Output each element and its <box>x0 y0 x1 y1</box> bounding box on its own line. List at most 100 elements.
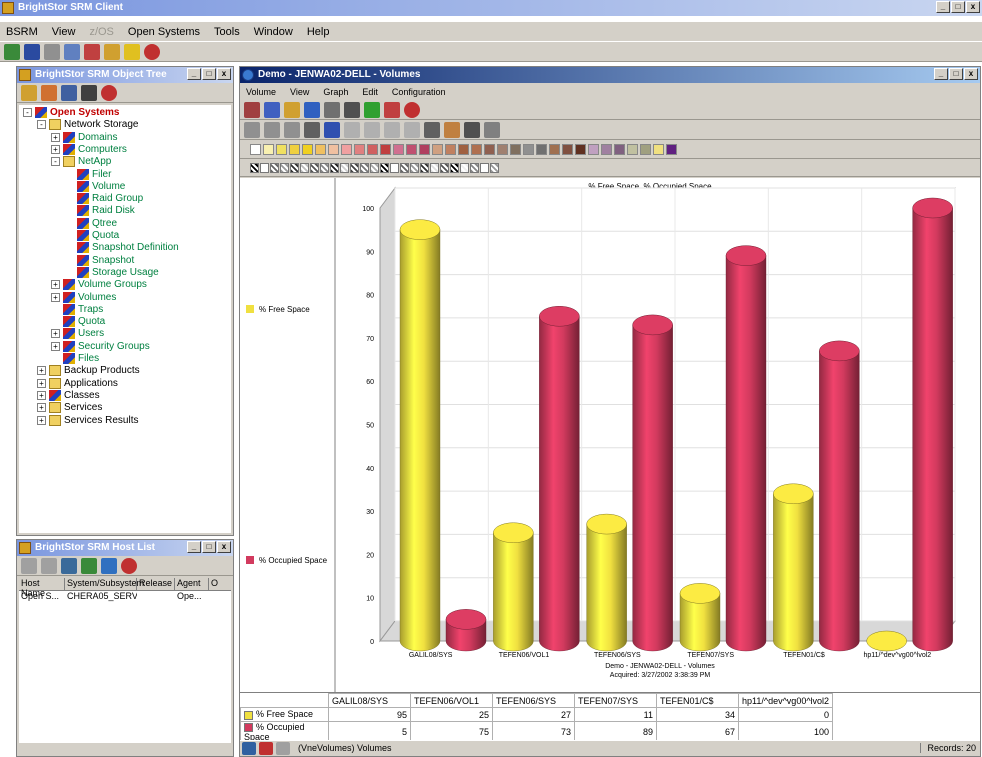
host-help-icon[interactable] <box>121 557 137 574</box>
rotate-icon[interactable] <box>444 121 460 138</box>
pattern-swatch[interactable] <box>460 163 469 173</box>
tree-item[interactable]: Traps <box>51 303 103 316</box>
tree-item[interactable]: - Open Systems <box>23 107 119 119</box>
preview-icon[interactable] <box>284 121 300 138</box>
pattern-swatch[interactable] <box>440 163 449 173</box>
pattern-swatch[interactable] <box>480 163 489 173</box>
expand-icon[interactable]: + <box>51 144 60 154</box>
color-swatch[interactable] <box>601 144 612 155</box>
expand-icon[interactable]: + <box>37 390 46 400</box>
pattern-swatch[interactable] <box>390 163 399 173</box>
color-swatch[interactable] <box>328 144 339 155</box>
color-swatch[interactable] <box>367 144 378 155</box>
connect-icon[interactable] <box>4 43 20 60</box>
host-minimize-button[interactable]: _ <box>187 541 201 553</box>
tree-item[interactable]: + Applications <box>37 377 118 390</box>
tree-item[interactable]: + Services Results <box>37 414 138 427</box>
tree-close-button[interactable]: x <box>217 68 231 80</box>
tree-item[interactable]: Storage Usage <box>65 266 159 279</box>
pattern-swatch[interactable] <box>400 163 409 173</box>
tree-item[interactable]: + Security Groups <box>51 340 150 353</box>
properties-icon[interactable] <box>61 84 77 101</box>
sort-icon[interactable] <box>264 101 280 118</box>
color-swatch[interactable] <box>263 144 274 155</box>
info-icon[interactable] <box>304 101 320 118</box>
tree-item[interactable]: + Volumes <box>51 291 116 304</box>
tree-item[interactable]: Quota <box>51 316 105 328</box>
tree-item[interactable]: + Domains <box>51 131 117 144</box>
tree-item[interactable]: Volume <box>65 180 125 193</box>
pattern-swatch[interactable] <box>330 163 339 173</box>
color-swatch[interactable] <box>653 144 664 155</box>
menu-edit[interactable]: Edit <box>360 87 380 97</box>
status-chart-icon[interactable] <box>242 742 256 755</box>
database-icon[interactable] <box>104 43 120 60</box>
table-cell[interactable]: 95 <box>328 707 411 722</box>
grid-vertical-icon[interactable] <box>344 121 360 138</box>
filter-icon[interactable] <box>244 101 260 118</box>
copy-icon[interactable] <box>101 557 117 574</box>
tree-item[interactable]: - NetApp <box>51 156 111 168</box>
refresh-icon[interactable] <box>41 84 57 101</box>
tree-item[interactable]: Snapshot Definition <box>65 242 179 254</box>
menu-configuration[interactable]: Configuration <box>390 87 448 97</box>
find-icon[interactable] <box>264 121 280 138</box>
group-icon[interactable] <box>284 101 300 118</box>
color-swatch[interactable] <box>523 144 534 155</box>
legend-icon[interactable] <box>384 121 400 138</box>
pattern-swatch[interactable] <box>470 163 479 173</box>
tree-item[interactable]: Filer <box>65 168 111 181</box>
chart-maximize-button[interactable]: □ <box>949 68 963 80</box>
menu-help[interactable]: Help <box>305 26 332 38</box>
pattern-swatch[interactable] <box>430 163 439 173</box>
color-swatch[interactable] <box>497 144 508 155</box>
pattern-swatch[interactable] <box>320 163 329 173</box>
pattern-swatch[interactable] <box>270 163 279 173</box>
chart-help-icon[interactable] <box>404 101 420 118</box>
color-swatch[interactable] <box>549 144 560 155</box>
pattern-swatch[interactable] <box>300 163 309 173</box>
table-cell[interactable]: 0 <box>737 707 834 722</box>
color-swatch[interactable] <box>458 144 469 155</box>
print-chart-icon[interactable] <box>304 121 320 138</box>
color-swatch[interactable] <box>419 144 430 155</box>
pattern-swatch[interactable] <box>260 163 269 173</box>
col-host-name[interactable]: Host Name <box>19 578 65 598</box>
pattern-swatch[interactable] <box>290 163 299 173</box>
col-system[interactable]: System/Subsystem <box>65 578 144 590</box>
color-swatch[interactable] <box>445 144 456 155</box>
collapse-icon[interactable]: - <box>23 108 32 117</box>
table-cell[interactable]: 34 <box>656 707 739 722</box>
scale-icon[interactable] <box>484 121 500 138</box>
status-table-icon[interactable] <box>276 742 290 755</box>
color-swatch[interactable] <box>250 144 261 155</box>
copy-chart-icon[interactable] <box>244 121 260 138</box>
color-swatch[interactable] <box>289 144 300 155</box>
chart-close-button[interactable]: x <box>964 68 978 80</box>
menu-open-systems[interactable]: Open Systems <box>126 26 202 38</box>
color-swatch[interactable] <box>588 144 599 155</box>
color-swatch[interactable] <box>393 144 404 155</box>
expand-icon[interactable]: + <box>37 403 46 413</box>
table-column-header[interactable]: GALIL08/SYS <box>328 693 411 708</box>
expand-icon[interactable]: + <box>37 415 46 425</box>
expand-icon[interactable]: + <box>51 132 60 142</box>
maximize-button[interactable]: □ <box>951 1 965 13</box>
close-button[interactable]: x <box>966 1 980 13</box>
tree-item[interactable]: + Computers <box>51 143 127 156</box>
pattern-swatch[interactable] <box>410 163 419 173</box>
color-swatch[interactable] <box>354 144 365 155</box>
color-swatch[interactable] <box>562 144 573 155</box>
menu-window[interactable]: Window <box>252 26 295 38</box>
host-close-button[interactable]: x <box>217 541 231 553</box>
menu-bsrm[interactable]: BSRM <box>4 26 40 38</box>
color-swatch[interactable] <box>510 144 521 155</box>
3d-icon[interactable] <box>424 121 440 138</box>
tree-maximize-button[interactable]: □ <box>202 68 216 80</box>
color-swatch[interactable] <box>484 144 495 155</box>
host-horizontal-scrollbar[interactable] <box>19 742 231 754</box>
tree-item[interactable]: - Network Storage <box>37 119 138 131</box>
color-swatch[interactable] <box>341 144 352 155</box>
col-release[interactable]: Release <box>137 578 175 590</box>
host-maximize-button[interactable]: □ <box>202 541 216 553</box>
